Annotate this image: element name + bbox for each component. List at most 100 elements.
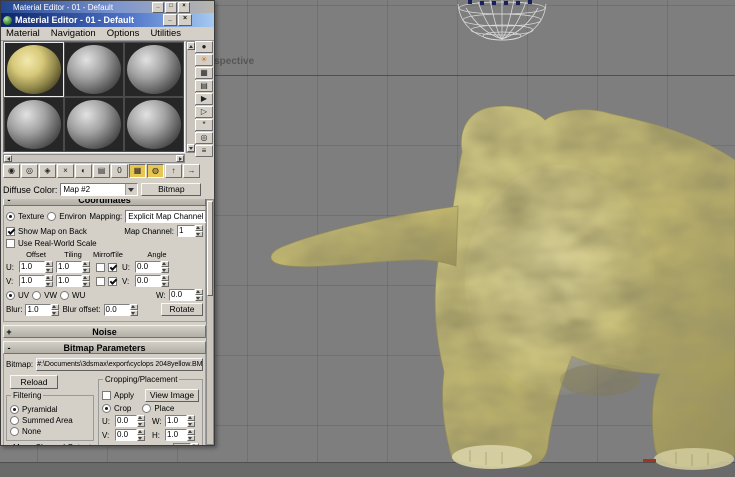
v-offset-spinner[interactable]: 1.0 <box>19 275 53 287</box>
show-map-on-back-checkbox[interactable] <box>6 226 15 236</box>
show-map-in-viewport-icon[interactable]: ▦ <box>129 164 146 178</box>
environ-radio[interactable] <box>47 212 57 221</box>
place-radio[interactable] <box>142 404 152 413</box>
backlight-icon[interactable]: ☀ <box>195 54 213 66</box>
apply-label[interactable]: Apply <box>114 391 134 400</box>
rollout-noise[interactable]: + Noise <box>3 325 206 338</box>
use-real-world-scale-checkbox[interactable] <box>6 239 15 248</box>
blur-spinner[interactable]: 1.0 <box>25 303 60 316</box>
none-radio[interactable] <box>10 427 19 436</box>
put-material-to-scene-icon[interactable]: ◎ <box>21 164 38 178</box>
go-to-parent-icon[interactable]: ↑ <box>165 164 182 178</box>
reset-map-icon[interactable]: × <box>57 164 74 178</box>
menu-utilities[interactable]: Utilities <box>150 28 181 39</box>
w-angle-spinner[interactable]: 0.0 <box>169 289 203 301</box>
titlebar[interactable]: Material Editor - 01 - Default _ × <box>1 13 214 27</box>
sample-slot[interactable] <box>124 97 184 152</box>
summed-area-label[interactable]: Summed Area <box>22 416 73 425</box>
pyramidal-radio[interactable] <box>10 405 19 414</box>
minimize-icon[interactable]: _ <box>163 14 177 26</box>
make-preview-icon[interactable]: ▷ <box>195 106 213 118</box>
wu-label[interactable]: WU <box>72 291 85 300</box>
maximize-icon[interactable]: □ <box>165 2 177 13</box>
place-label[interactable]: Place <box>154 404 174 413</box>
background-icon[interactable]: ▦ <box>195 67 213 79</box>
u-angle-spinner[interactable]: 0.0 <box>135 261 169 273</box>
rollout-bitmap-parameters[interactable]: - Bitmap Parameters <box>3 341 206 354</box>
u-tiling-spinner[interactable]: 1.0 <box>56 261 90 273</box>
sample-slot[interactable] <box>64 42 124 97</box>
sample-slot[interactable] <box>124 42 184 97</box>
wu-radio[interactable] <box>60 290 70 300</box>
rollout-scrollbar[interactable] <box>206 199 214 445</box>
material-editor-window[interactable]: Material Editor - 01 - Default _ □ × Mat… <box>0 0 215 446</box>
show-end-result-icon[interactable]: ◍ <box>147 164 164 178</box>
v-tile-checkbox[interactable] <box>108 276 117 286</box>
close-icon[interactable]: × <box>178 2 190 13</box>
collapse-icon[interactable]: - <box>4 343 14 353</box>
crop-u-spinner[interactable]: 0.0 <box>115 415 145 427</box>
view-image-button[interactable]: View Image <box>145 389 199 402</box>
chevron-down-icon[interactable] <box>125 184 138 195</box>
sample-uv-tiling-icon[interactable]: ▤ <box>195 80 213 92</box>
pyramidal-label[interactable]: Pyramidal <box>22 405 58 414</box>
scroll-left-icon[interactable] <box>4 155 12 162</box>
uv-radio[interactable] <box>6 290 15 300</box>
scroll-right-icon[interactable] <box>176 155 184 162</box>
show-map-on-back-label[interactable]: Show Map on Back <box>18 227 87 236</box>
v-mirror-checkbox[interactable] <box>96 276 105 286</box>
material-id-channel-icon[interactable]: 0 <box>111 164 128 178</box>
make-material-copy-icon[interactable]: ◐ <box>75 164 92 178</box>
back-titlebar[interactable]: Material Editor - 01 - Default _ □ × <box>1 1 214 13</box>
select-by-material-icon[interactable]: ◎ <box>195 132 213 144</box>
summed-area-radio[interactable] <box>10 416 19 425</box>
scroll-up-icon[interactable] <box>187 42 195 50</box>
go-forward-to-sibling-icon[interactable]: → <box>183 164 200 178</box>
expand-icon[interactable]: + <box>4 327 14 337</box>
menu-material[interactable]: Material <box>6 28 40 39</box>
menu-navigation[interactable]: Navigation <box>51 28 96 39</box>
rollout-coordinates[interactable]: - Coordinates <box>3 199 206 206</box>
put-to-library-icon[interactable]: ▤ <box>93 164 110 178</box>
options-icon[interactable]: * <box>195 119 213 131</box>
material-map-navigator-icon[interactable]: ≡ <box>195 145 213 157</box>
vw-radio[interactable] <box>32 290 42 300</box>
jitter-placement-spinner[interactable]: 1.0 <box>172 443 199 445</box>
rotate-button[interactable]: Rotate <box>161 303 203 316</box>
bitmap-path-button[interactable]: #:\Documents\3dsmax\export\cyclops 2048y… <box>36 358 203 371</box>
crop-w-spinner[interactable]: 1.0 <box>165 415 195 427</box>
u-mirror-checkbox[interactable] <box>96 262 105 272</box>
u-offset-spinner[interactable]: 1.0 <box>19 261 53 273</box>
blur-offset-spinner[interactable]: 0.0 <box>103 303 138 316</box>
crop-radio[interactable] <box>102 404 111 413</box>
uv-label[interactable]: UV <box>18 291 29 300</box>
map-name-dropdown[interactable]: Map #2 <box>60 183 139 196</box>
texture-label[interactable]: Texture <box>18 212 44 221</box>
get-material-icon[interactable]: ◉ <box>3 164 20 178</box>
slots-horizontal-scrollbar[interactable] <box>3 154 185 163</box>
reload-button[interactable]: Reload <box>10 375 58 389</box>
minimize-icon[interactable]: _ <box>152 2 164 13</box>
video-color-check-icon[interactable]: ▶ <box>195 93 213 105</box>
v-tiling-spinner[interactable]: 1.0 <box>56 275 90 287</box>
vw-label[interactable]: VW <box>44 291 57 300</box>
sample-slot[interactable] <box>4 97 64 152</box>
sample-slot-active[interactable] <box>4 42 64 97</box>
map-channel-spinner[interactable]: 1 <box>177 225 203 237</box>
use-real-world-scale-label[interactable]: Use Real-World Scale <box>18 239 97 248</box>
v-angle-spinner[interactable]: 0.0 <box>135 275 169 287</box>
environ-label[interactable]: Environ <box>59 212 86 221</box>
scrollbar-thumb[interactable] <box>207 201 213 296</box>
map-type-button[interactable]: Bitmap <box>141 183 202 196</box>
scroll-down-icon[interactable] <box>187 144 195 152</box>
sample-slot[interactable] <box>64 97 124 152</box>
u-tile-checkbox[interactable] <box>108 262 117 272</box>
none-label[interactable]: None <box>22 427 41 436</box>
menu-options[interactable]: Options <box>107 28 140 39</box>
mapping-dropdown[interactable]: Explicit Map Channel <box>125 210 206 223</box>
jitter-placement-checkbox[interactable] <box>102 444 111 445</box>
close-icon[interactable]: × <box>178 14 192 26</box>
crop-v-spinner[interactable]: 0.0 <box>115 429 145 441</box>
crop-label[interactable]: Crop <box>114 404 131 413</box>
crop-h-spinner[interactable]: 1.0 <box>165 429 195 441</box>
